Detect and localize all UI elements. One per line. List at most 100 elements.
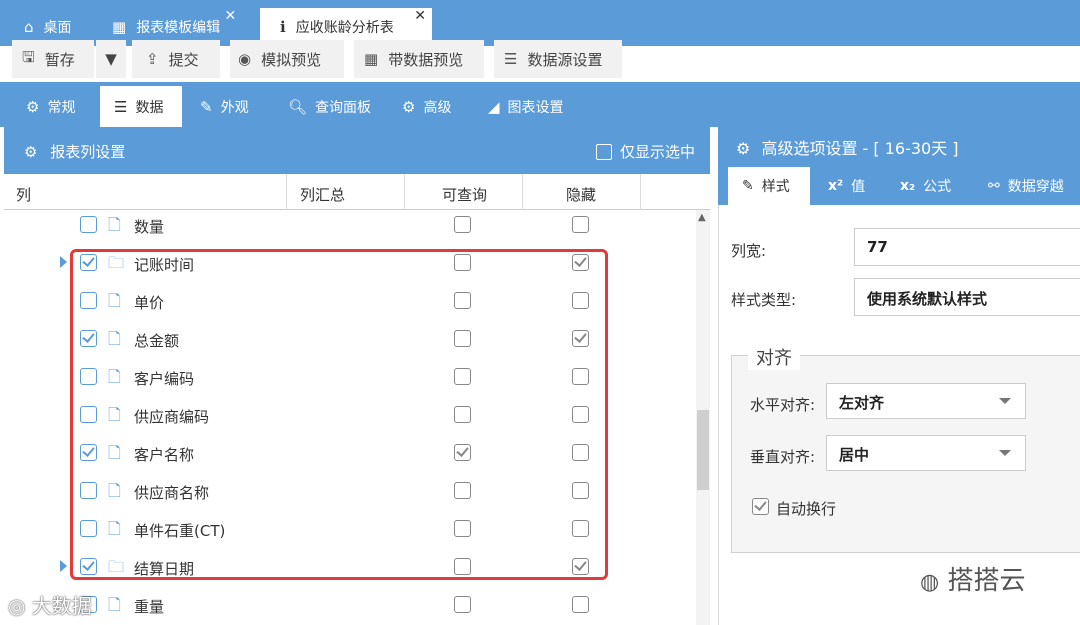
queryable-checkbox[interactable] bbox=[454, 330, 471, 347]
save-dropdown-button[interactable]: ▼ bbox=[96, 40, 126, 78]
row-select-checkbox[interactable] bbox=[80, 558, 97, 575]
header-hidden: 隐藏 bbox=[566, 186, 597, 204]
table-row[interactable]: 🗋 客户编码 bbox=[4, 358, 696, 396]
auto-wrap-checkbox[interactable] bbox=[752, 498, 769, 515]
horizontal-align-select[interactable]: 左对齐 bbox=[826, 383, 1026, 419]
save-draft-button[interactable]: 🖫 暂存 bbox=[12, 40, 94, 78]
row-select-checkbox[interactable] bbox=[80, 406, 97, 423]
table-row[interactable]: 🗋 重量 bbox=[4, 586, 696, 624]
queryable-checkbox[interactable] bbox=[454, 292, 471, 309]
tab-appearance[interactable]: ✎ 外观 bbox=[200, 86, 249, 127]
row-select-checkbox[interactable] bbox=[80, 330, 97, 347]
data-preview-button[interactable]: ▦ 带数据预览 bbox=[354, 40, 484, 78]
table-row[interactable]: 🗀 记账时间 bbox=[4, 244, 696, 282]
queryable-checkbox[interactable] bbox=[454, 444, 471, 461]
submit-button[interactable]: ⇪ 提交 bbox=[132, 40, 220, 78]
queryable-checkbox[interactable] bbox=[454, 406, 471, 423]
row-select-checkbox[interactable] bbox=[80, 482, 97, 499]
advanced-options-tabs: ✎ 样式 x² 值 x₂ 公式 ⚯ 数据穿越 bbox=[718, 167, 1080, 205]
row-select-checkbox[interactable] bbox=[80, 444, 97, 461]
row-select-checkbox[interactable] bbox=[80, 368, 97, 385]
data-preview-label: 带数据预览 bbox=[388, 50, 464, 69]
gear-icon: ⚙ bbox=[24, 143, 38, 161]
table-row[interactable]: 🗋 总金额 bbox=[4, 320, 696, 358]
upload-icon: ⇪ bbox=[146, 50, 159, 68]
hidden-checkbox[interactable] bbox=[572, 444, 589, 461]
close-icon[interactable]: ✕ bbox=[224, 8, 236, 24]
close-icon[interactable]: ✕ bbox=[414, 8, 426, 24]
table-icon: ▦ bbox=[364, 50, 379, 68]
hidden-checkbox[interactable] bbox=[572, 368, 589, 385]
only-selected-toggle[interactable]: 仅显示选中 bbox=[596, 141, 695, 162]
table-row[interactable]: 🗋 单件石重(CT) bbox=[4, 510, 696, 548]
queryable-checkbox[interactable] bbox=[454, 254, 471, 271]
queryable-checkbox[interactable] bbox=[454, 520, 471, 537]
tab-value[interactable]: x² 值 bbox=[828, 167, 865, 205]
file-icon: 🗋 bbox=[108, 367, 121, 386]
queryable-checkbox[interactable] bbox=[454, 558, 471, 575]
horizontal-align-label: 水平对齐: bbox=[750, 396, 816, 414]
tab-aging-analysis-label: 应收账龄分析表 bbox=[295, 20, 394, 36]
row-select-checkbox[interactable] bbox=[80, 254, 97, 271]
row-select-checkbox[interactable] bbox=[80, 216, 97, 233]
toolbar: 🖫 暂存 ▼ ⇪ 提交 ◉ 模拟预览 ▦ 带数据预览 ☰ 数据源设置 bbox=[0, 40, 1080, 80]
row-label: 供应商编码 bbox=[134, 408, 210, 426]
tab-data[interactable]: ☰ 数据 bbox=[100, 86, 182, 127]
tab-drill-through[interactable]: ⚯ 数据穿越 bbox=[988, 167, 1064, 205]
table-row[interactable]: 🗋 供应商编码 bbox=[4, 396, 696, 434]
tab-value-label: 值 bbox=[851, 179, 866, 195]
row-label: 总金额 bbox=[134, 332, 180, 350]
column-settings-header: ⚙ 报表列设置 仅显示选中 bbox=[4, 127, 710, 174]
scroll-up-icon[interactable]: ▲ bbox=[698, 212, 706, 223]
style-type-input[interactable]: 使用系统默认样式 bbox=[854, 278, 1080, 316]
queryable-checkbox[interactable] bbox=[454, 368, 471, 385]
scroll-thumb[interactable] bbox=[697, 410, 709, 490]
queryable-checkbox[interactable] bbox=[454, 596, 471, 613]
row-select-checkbox[interactable] bbox=[80, 292, 97, 309]
hidden-checkbox[interactable] bbox=[572, 520, 589, 537]
hidden-checkbox[interactable] bbox=[572, 482, 589, 499]
hidden-checkbox[interactable] bbox=[572, 292, 589, 309]
table-row[interactable]: 🗋 数量 bbox=[4, 210, 696, 244]
queryable-checkbox[interactable] bbox=[454, 216, 471, 233]
column-width-label: 列宽: bbox=[731, 242, 767, 260]
tab-appearance-label: 外观 bbox=[220, 99, 249, 116]
tab-formula[interactable]: x₂ 公式 bbox=[900, 167, 951, 205]
tab-general[interactable]: ⚙ 常规 bbox=[26, 86, 75, 127]
hidden-checkbox[interactable] bbox=[572, 406, 589, 423]
queryable-checkbox[interactable] bbox=[454, 482, 471, 499]
hidden-checkbox[interactable] bbox=[572, 596, 589, 613]
tab-query-panel[interactable]: 🔍︎ 查询面板 bbox=[288, 86, 371, 127]
table-row[interactable]: 🗋 供应商名称 bbox=[4, 472, 696, 510]
hidden-checkbox[interactable] bbox=[572, 216, 589, 233]
row-select-checkbox[interactable] bbox=[80, 520, 97, 537]
folder-icon: 🗀 bbox=[108, 253, 125, 272]
style-type-label: 样式类型: bbox=[731, 291, 797, 309]
table-row[interactable]: 🗀 结算日期 bbox=[4, 548, 696, 586]
tab-chart-settings-label: 图表设置 bbox=[507, 99, 564, 116]
tab-chart-settings[interactable]: ◢ 图表设置 bbox=[488, 86, 564, 127]
file-icon: 🗋 bbox=[108, 405, 121, 424]
table-row[interactable]: 🗋 客户名称 bbox=[4, 434, 696, 472]
hidden-checkbox[interactable] bbox=[572, 558, 589, 575]
tab-formula-label: 公式 bbox=[923, 179, 952, 195]
row-label: 结算日期 bbox=[134, 560, 195, 578]
expand-arrow-icon[interactable] bbox=[60, 560, 67, 572]
column-width-input[interactable]: 77 bbox=[854, 228, 1080, 266]
simulate-preview-button[interactable]: ◉ 模拟预览 bbox=[230, 40, 344, 78]
hidden-checkbox[interactable] bbox=[572, 254, 589, 271]
tab-advanced[interactable]: ⚙ 高级 bbox=[402, 86, 451, 127]
hidden-checkbox[interactable] bbox=[572, 330, 589, 347]
only-selected-checkbox[interactable] bbox=[596, 143, 612, 160]
only-selected-label: 仅显示选中 bbox=[620, 143, 696, 161]
datasource-settings-button[interactable]: ☰ 数据源设置 bbox=[494, 40, 622, 78]
expand-arrow-icon[interactable] bbox=[60, 256, 67, 268]
watermark-left: ◎ 大数据 bbox=[8, 594, 92, 618]
row-label: 记账时间 bbox=[134, 256, 195, 274]
tab-style[interactable]: ✎ 样式 bbox=[728, 167, 810, 205]
gears-icon: ⚙ bbox=[402, 97, 416, 116]
vertical-align-select[interactable]: 居中 bbox=[826, 435, 1026, 471]
column-list-scrollbar[interactable]: ▲ bbox=[696, 210, 710, 625]
table-row[interactable]: 🗋 单价 bbox=[4, 282, 696, 320]
alignment-fieldset: 对齐 水平对齐: 左对齐 垂直对齐: 居中 自动换行 bbox=[731, 344, 1080, 553]
